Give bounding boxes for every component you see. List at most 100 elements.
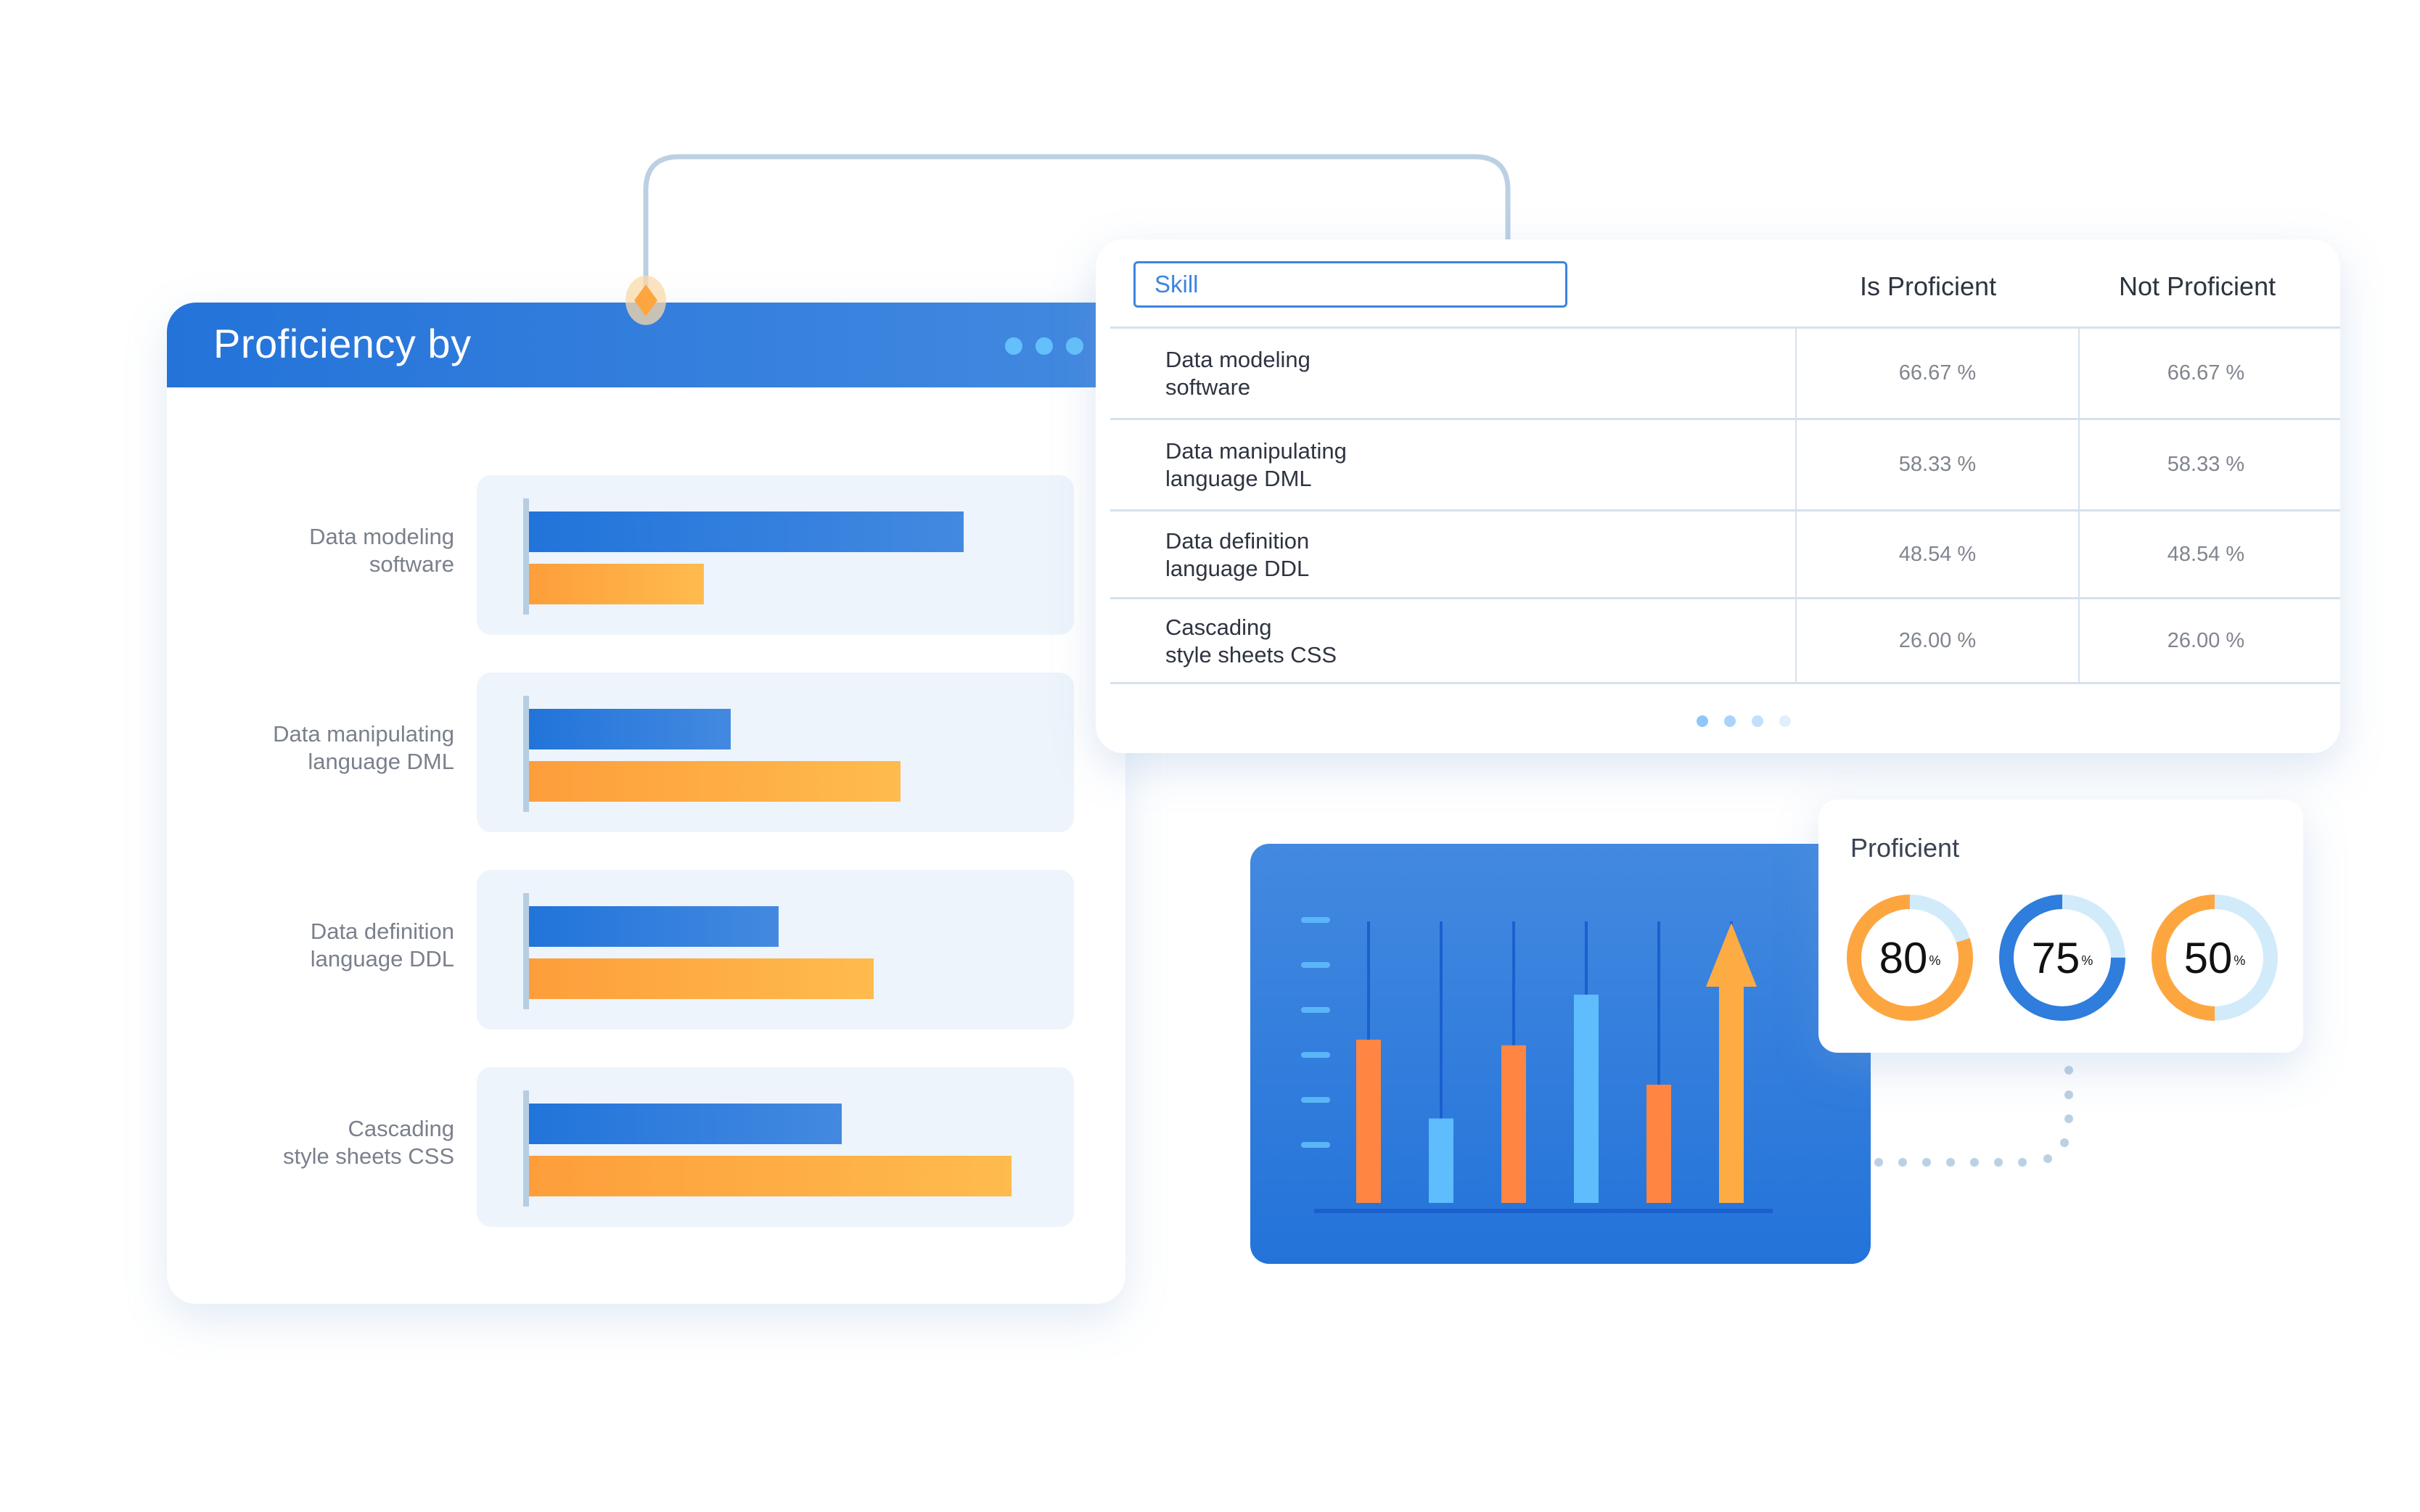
column-header-not-proficient[interactable]: Not Proficient: [2119, 271, 2276, 302]
trend-chart: [1301, 917, 1773, 1213]
ring-value: 80%: [1846, 894, 1974, 1022]
proficiency-card: Proficiency by Data modeling software Data…: [167, 303, 1125, 1304]
y-tick: [1301, 962, 1330, 968]
more-dots-icon[interactable]: [1005, 337, 1083, 355]
page-dot-active[interactable]: [1697, 715, 1708, 727]
diamond-node-icon: [625, 276, 666, 325]
cell-not-proficient: 26.00 %: [2167, 628, 2245, 652]
page-dot[interactable]: [1779, 715, 1791, 727]
ring-value: 75%: [1998, 894, 2126, 1022]
chart-bar: [1356, 1039, 1381, 1203]
connector-dot: [2018, 1158, 2027, 1167]
cell-skill: Data definition language DDL: [1165, 527, 1309, 583]
bar-group: [477, 1067, 1074, 1227]
connector-dot: [1946, 1158, 1955, 1167]
column-divider: [2078, 328, 2080, 683]
skill-line: software: [1165, 374, 1251, 400]
trend-chart-card: [1250, 844, 1871, 1264]
bar-not-proficient[interactable]: [529, 761, 901, 802]
y-tick: [1301, 1007, 1330, 1013]
label-line: Data definition: [310, 919, 454, 944]
connector-dot: [1874, 1158, 1883, 1167]
label-line: language DML: [308, 749, 454, 774]
skill-line: Data modeling: [1165, 347, 1311, 372]
bar-axis: [523, 498, 529, 615]
chart-bar: [1501, 1045, 1526, 1203]
proficient-rings-card: Proficient 80% 75% 50%: [1818, 800, 2303, 1053]
connector-dot: [2043, 1154, 2052, 1163]
column-divider: [1795, 328, 1797, 683]
table-row[interactable]: Cascading style sheets CSS 26.00 % 26.00 %: [1096, 599, 2340, 684]
ring-number: 50: [2183, 933, 2233, 982]
progress-ring: 80%: [1846, 894, 1974, 1022]
connector-dot: [1922, 1158, 1931, 1167]
cell-skill: Data manipulating language DML: [1165, 437, 1347, 493]
bar-not-proficient[interactable]: [529, 1156, 1012, 1196]
cell-skill: Cascading style sheets CSS: [1165, 614, 1337, 669]
table-row[interactable]: Data modeling software 66.67 % 66.67 %: [1096, 328, 2340, 420]
page-dot[interactable]: [1724, 715, 1736, 727]
skill-line: Data definition: [1165, 527, 1310, 554]
chart-bar: [1646, 1085, 1671, 1203]
skill-search-input[interactable]: [1133, 261, 1567, 308]
skill-line: language DDL: [1165, 555, 1310, 581]
cell-not-proficient: 66.67 %: [2167, 361, 2245, 385]
cell-is-proficient: 66.67 %: [1898, 361, 1977, 385]
bar-group: [477, 475, 1074, 635]
label-line: Cascading: [348, 1116, 454, 1141]
label-line: Data modeling: [309, 524, 454, 549]
bar-axis: [523, 696, 529, 812]
skill-line: Cascading: [1165, 614, 1272, 640]
connector-dot: [2060, 1138, 2069, 1147]
connector-dot: [1994, 1158, 2003, 1167]
y-tick: [1301, 917, 1330, 923]
group-label: Data definition language DDL: [179, 918, 454, 973]
page-dot[interactable]: [1752, 715, 1763, 727]
ring-unit: %: [1929, 953, 1941, 968]
group-label: Data manipulating language DML: [179, 720, 454, 776]
bar-is-proficient[interactable]: [529, 709, 731, 749]
cell-not-proficient: 58.33 %: [2167, 453, 2245, 476]
bar-group: [477, 870, 1074, 1030]
ring-number: 75: [2031, 933, 2080, 982]
chart-bar: [1574, 994, 1599, 1203]
skills-table-card: Is Proficient Not Proficient Data modeli…: [1096, 239, 2340, 753]
skill-line: Data manipulating: [1165, 438, 1347, 464]
cell-is-proficient: 26.00 %: [1898, 628, 1977, 652]
skill-line: style sheets CSS: [1165, 641, 1337, 667]
row-divider: [1110, 682, 2340, 684]
up-arrow-icon: [1706, 923, 1757, 987]
label-line: language DDL: [310, 946, 454, 971]
label-line: Data manipulating: [273, 721, 454, 747]
connector-dot: [2064, 1114, 2073, 1123]
bar-group: [477, 673, 1074, 832]
table-row[interactable]: Data definition language DDL 48.54 % 48.54 …: [1096, 511, 2340, 599]
card-title: Proficiency by: [213, 321, 472, 366]
table-row[interactable]: Data manipulating language DML 58.33 % 58.3…: [1096, 419, 2340, 511]
cell-is-proficient: 48.54 %: [1898, 542, 1977, 566]
chart-bar: [1429, 1118, 1453, 1203]
progress-ring: 50%: [2151, 894, 2279, 1022]
y-tick: [1301, 1142, 1330, 1148]
bar-not-proficient[interactable]: [529, 564, 705, 604]
pagination-dots: [1697, 715, 1791, 727]
ring-number: 80: [1879, 933, 1928, 982]
connector-dot: [2064, 1066, 2073, 1075]
ring-value: 50%: [2151, 894, 2279, 1022]
bar-is-proficient[interactable]: [529, 511, 964, 552]
bar-not-proficient[interactable]: [529, 958, 874, 999]
skill-line: language DML: [1165, 466, 1312, 491]
connector-dot: [1898, 1158, 1907, 1167]
group-label: Data modeling software: [179, 523, 454, 578]
bar-is-proficient[interactable]: [529, 906, 779, 947]
bar-is-proficient[interactable]: [529, 1104, 842, 1144]
column-header-is-proficient[interactable]: Is Proficient: [1860, 271, 1996, 302]
ring-unit: %: [2234, 953, 2246, 968]
connector-dot: [1970, 1158, 1979, 1167]
ring-unit: %: [2081, 953, 2093, 968]
connector-dots: [1874, 1066, 2073, 1167]
y-tick: [1301, 1052, 1330, 1058]
x-axis: [1314, 1209, 1773, 1213]
cell-skill: Data modeling software: [1165, 346, 1311, 401]
label-line: style sheets CSS: [282, 1143, 454, 1169]
